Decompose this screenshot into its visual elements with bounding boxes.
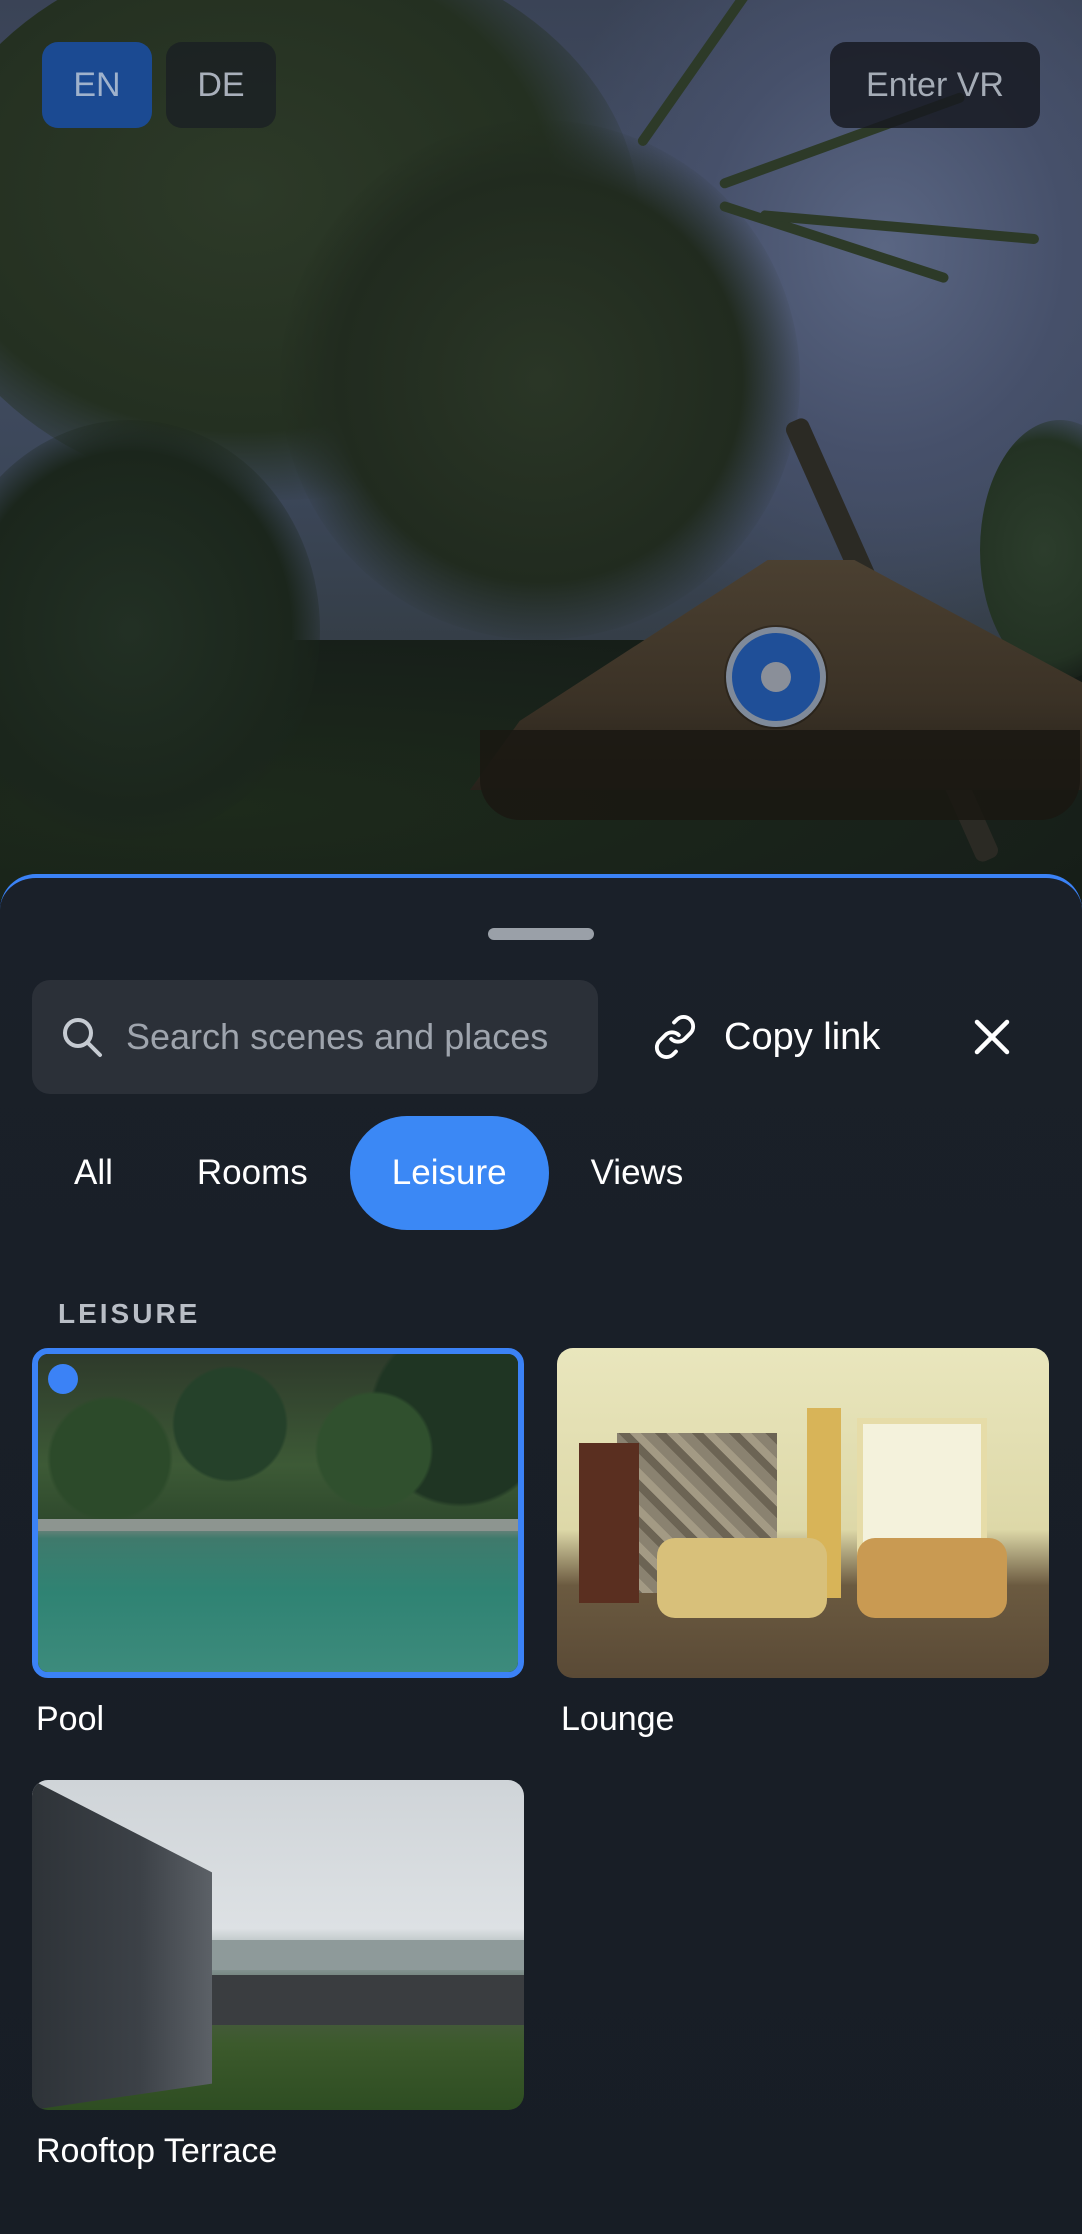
copy-link-button[interactable]: Copy link bbox=[652, 980, 880, 1094]
category-tabs: All Rooms Leisure Views bbox=[32, 1116, 725, 1230]
scene-card-pool[interactable]: Pool bbox=[32, 1348, 524, 1739]
close-icon bbox=[974, 1019, 1010, 1055]
scene-thumbnail bbox=[32, 1780, 524, 2110]
tab-views[interactable]: Views bbox=[549, 1116, 726, 1230]
panorama-viewer[interactable] bbox=[0, 0, 1082, 900]
scene-title: Rooftop Terrace bbox=[36, 2132, 278, 2170]
scene-browser-sheet: Copy link All Rooms Leisure Views LEISUR… bbox=[0, 874, 1082, 2234]
roof-shadow bbox=[480, 730, 1080, 820]
language-switcher: EN DE bbox=[42, 42, 276, 128]
tab-leisure[interactable]: Leisure bbox=[349, 1116, 549, 1230]
navigation-hotspot[interactable] bbox=[726, 627, 826, 727]
section-title: LEISURE bbox=[58, 1298, 201, 1329]
search-field[interactable] bbox=[32, 980, 598, 1094]
scene-thumbnail bbox=[557, 1348, 1049, 1678]
tab-all[interactable]: All bbox=[32, 1116, 155, 1230]
scene-title: Lounge bbox=[561, 1700, 675, 1738]
link-icon bbox=[654, 1015, 696, 1059]
tab-rooms[interactable]: Rooms bbox=[155, 1116, 350, 1230]
language-button-de[interactable]: DE bbox=[166, 42, 276, 128]
scene-card-rooftop-terrace[interactable]: Rooftop Terrace bbox=[32, 1780, 524, 2171]
selected-indicator bbox=[48, 1364, 78, 1394]
close-button[interactable] bbox=[960, 1002, 1024, 1072]
drag-handle[interactable] bbox=[488, 928, 594, 940]
language-button-en[interactable]: EN bbox=[42, 42, 152, 128]
tree-canopy-center bbox=[280, 120, 800, 640]
search-icon bbox=[63, 1018, 102, 1057]
scene-title: Pool bbox=[36, 1700, 105, 1738]
copy-link-label: Copy link bbox=[724, 1015, 881, 1058]
scene-card-lounge[interactable]: Lounge bbox=[557, 1348, 1049, 1739]
scene-thumbnail bbox=[32, 1348, 524, 1678]
navigation-hotspot-icon bbox=[761, 662, 791, 692]
search-input[interactable] bbox=[126, 1016, 586, 1058]
enter-vr-button[interactable]: Enter VR bbox=[830, 42, 1040, 128]
